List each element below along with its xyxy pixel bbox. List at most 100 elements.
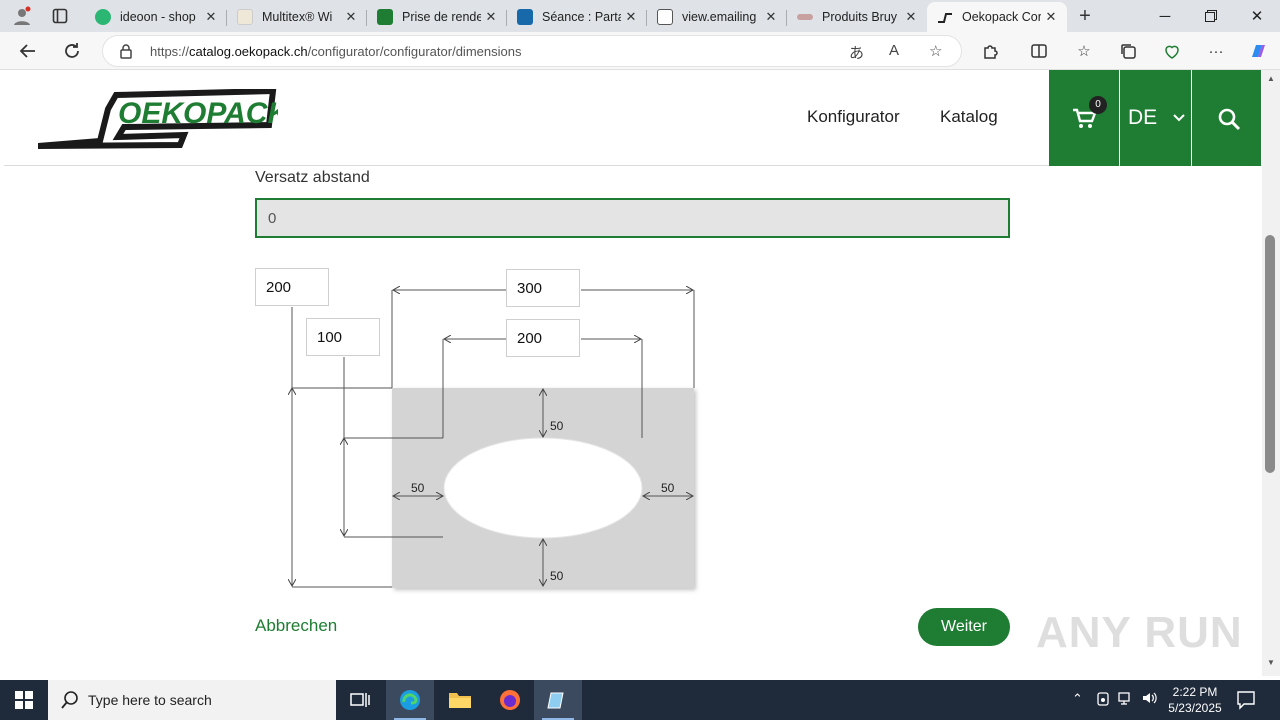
clock-time: 2:22 PM xyxy=(1172,685,1218,699)
taskbar-file-explorer[interactable] xyxy=(436,680,484,720)
close-tab-icon[interactable]: ✕ xyxy=(481,9,501,25)
windows-logo-icon xyxy=(15,691,33,709)
favorites-icon[interactable]: ☆ xyxy=(1070,37,1098,65)
refresh-icon[interactable] xyxy=(58,37,86,65)
notification-icon[interactable] xyxy=(1236,690,1256,710)
volume-icon[interactable] xyxy=(1142,691,1158,708)
tab-label: view.emailing xyxy=(682,10,757,24)
profile-icon[interactable] xyxy=(10,4,34,28)
search-button[interactable] xyxy=(1192,70,1261,166)
favorite-star-icon[interactable]: ☆ xyxy=(929,42,942,60)
close-tab-icon[interactable]: ✕ xyxy=(341,9,361,25)
split-screen-icon[interactable] xyxy=(1025,37,1053,65)
multitex-favicon-icon xyxy=(237,9,253,25)
restore-icon[interactable] xyxy=(1188,0,1234,32)
search-icon xyxy=(1218,108,1241,131)
network-icon[interactable] xyxy=(1118,691,1134,708)
left-margin-label: 50 xyxy=(411,481,425,495)
taskbar-search-box[interactable]: Type here to search xyxy=(48,680,336,720)
edge-icon xyxy=(400,690,420,710)
cart-button[interactable]: 0 xyxy=(1049,70,1119,166)
tab-seance[interactable]: Séance : Parta ✕ xyxy=(507,2,647,32)
seance-favicon-icon xyxy=(517,9,533,25)
tab-label: Multitex® Wi xyxy=(262,10,333,24)
taskbar-clock[interactable]: 2:22 PM 5/23/2025 xyxy=(1160,684,1230,716)
clock-date: 5/23/2025 xyxy=(1168,701,1222,715)
browser-essentials-icon[interactable] xyxy=(1158,37,1186,65)
tab-oekopack[interactable]: Oekopack Cor ✕ xyxy=(927,2,1067,32)
address-bar: https://catalog.oekopack.ch/configurator… xyxy=(0,32,1280,70)
url-text: https://catalog.oekopack.ch/configurator… xyxy=(150,44,522,59)
total-width-input[interactable] xyxy=(506,269,580,307)
tab-multitex[interactable]: Multitex® Wi ✕ xyxy=(227,2,367,32)
lock-icon[interactable] xyxy=(119,43,133,62)
nav-konfigurator[interactable]: Konfigurator xyxy=(807,107,900,127)
page-scrollbar[interactable]: ▲ ▼ xyxy=(1262,70,1280,676)
scroll-down-icon[interactable]: ▼ xyxy=(1267,658,1275,667)
bruyere-favicon-icon xyxy=(797,14,813,20)
total-height-input[interactable] xyxy=(255,268,329,306)
minimize-icon[interactable]: ─ xyxy=(1142,0,1188,32)
oekopack-favicon-icon xyxy=(937,9,953,25)
tab-actions-icon[interactable] xyxy=(48,4,72,28)
tab-label: Séance : Parta xyxy=(542,10,621,24)
top-margin-label: 50 xyxy=(550,419,564,433)
dimension-diagram: 50 50 50 50 xyxy=(4,166,695,588)
cutout-width-input[interactable] xyxy=(506,319,580,357)
copilot-icon[interactable] xyxy=(1244,37,1272,65)
tab-prise-de-rendez-vous[interactable]: Prise de rende ✕ xyxy=(367,2,507,32)
next-button[interactable]: Weiter xyxy=(918,608,1010,646)
tab-label: ideoon - shop xyxy=(120,10,196,24)
firefox-icon xyxy=(500,690,520,710)
right-margin-label: 50 xyxy=(661,481,675,495)
bottom-margin-label: 50 xyxy=(550,569,564,583)
folder-icon xyxy=(449,693,471,708)
language-selector[interactable]: DE xyxy=(1120,70,1191,166)
scrollbar-thumb[interactable] xyxy=(1265,235,1275,473)
collections-icon[interactable] xyxy=(1114,37,1142,65)
tab-ideoon[interactable]: ideoon - shop ✕ xyxy=(85,2,227,32)
close-tab-icon[interactable]: ✕ xyxy=(1041,9,1061,25)
ideoon-favicon-icon xyxy=(95,9,111,25)
notepad-icon xyxy=(547,692,564,709)
taskbar-edge[interactable] xyxy=(386,680,434,720)
browser-tab-bar: ideoon - shop ✕ Multitex® Wi ✕ Prise de … xyxy=(0,0,1280,32)
close-tab-icon[interactable]: ✕ xyxy=(901,9,921,25)
back-icon[interactable] xyxy=(14,37,42,65)
offset-height-input[interactable] xyxy=(306,318,380,356)
search-icon xyxy=(61,691,78,709)
more-options-icon[interactable]: ··· xyxy=(1202,37,1230,65)
new-tab-icon[interactable]: + xyxy=(1073,4,1097,28)
url-field[interactable]: https://catalog.oekopack.ch/configurator… xyxy=(102,35,962,67)
tray-overflow-icon[interactable]: ⌃ xyxy=(1072,691,1083,707)
start-button[interactable] xyxy=(0,680,48,720)
oekopack-logo[interactable]: OEKOPACK xyxy=(37,87,291,149)
site-header: OEKOPACK Konfigurator Katalog 0 DE xyxy=(4,70,1266,166)
close-tab-icon[interactable]: ✕ xyxy=(761,9,781,25)
nav-katalog[interactable]: Katalog xyxy=(940,107,998,127)
taskbar-firefox[interactable] xyxy=(486,680,534,720)
close-tab-icon[interactable]: ✕ xyxy=(201,9,221,25)
document-favicon-icon xyxy=(657,9,673,25)
tab-label: Produits Bruy xyxy=(822,10,898,24)
extensions-icon[interactable] xyxy=(977,37,1005,65)
language-label: DE xyxy=(1128,106,1158,129)
booking-favicon-icon xyxy=(377,9,393,25)
task-view-button[interactable] xyxy=(336,680,384,720)
cart-count-badge: 0 xyxy=(1089,96,1107,114)
task-view-icon xyxy=(350,693,370,707)
read-aloud-icon[interactable]: A xyxy=(889,42,899,59)
close-window-icon[interactable]: ✕ xyxy=(1234,0,1280,32)
tab-produits-bruyere[interactable]: Produits Bruy ✕ xyxy=(787,2,927,32)
tray-device-icon[interactable] xyxy=(1096,691,1110,710)
oval-cutout-shape xyxy=(443,437,643,539)
close-tab-icon[interactable]: ✕ xyxy=(621,9,641,25)
scroll-up-icon[interactable]: ▲ xyxy=(1267,74,1275,83)
anyrun-watermark: ANY RUN xyxy=(1036,608,1243,657)
cancel-link[interactable]: Abbrechen xyxy=(255,616,337,636)
taskbar-search-placeholder: Type here to search xyxy=(88,692,212,708)
tab-view-emailing[interactable]: view.emailing ✕ xyxy=(647,2,787,32)
taskbar-notepad[interactable] xyxy=(534,680,582,720)
tab-label: Prise de rende xyxy=(402,10,481,24)
translate-icon[interactable]: あ xyxy=(849,42,864,63)
